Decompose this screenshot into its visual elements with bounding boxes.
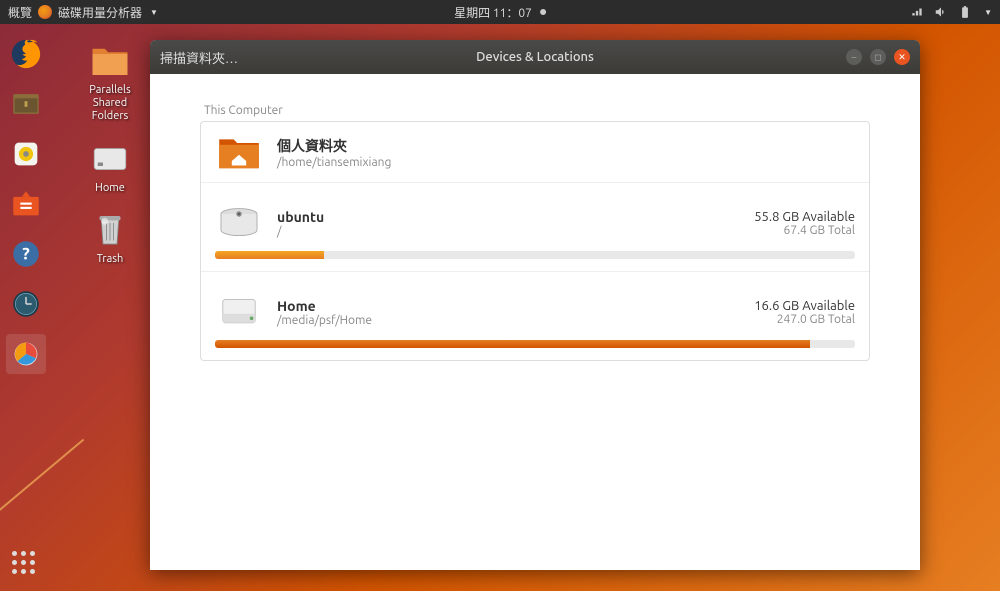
network-icon[interactable]: [910, 5, 924, 19]
battery-icon[interactable]: [958, 5, 972, 19]
system-menu-triangle-icon[interactable]: ▼: [984, 8, 992, 17]
drive-icon: [89, 138, 131, 180]
volume-icon[interactable]: [934, 5, 948, 19]
location-name: 個人資料夾: [277, 136, 855, 156]
location-path: /home/tiansemixiang: [277, 156, 855, 169]
desktop-icons-area: Parallels Shared Folders Home Trash: [70, 40, 150, 266]
volume-path: /media/psf/Home: [277, 314, 754, 327]
usage-bar: [215, 340, 855, 348]
launcher-rhythmbox[interactable]: [6, 134, 46, 174]
locations-card: 個人資料夾 /home/tiansemixiang ubuntu / 55.8 …: [200, 121, 870, 361]
volume-name: ubuntu: [277, 209, 754, 225]
desktop-icon-home[interactable]: Home: [70, 138, 150, 195]
desktop-icon-trash[interactable]: Trash: [70, 209, 150, 266]
volume-available: 55.8 GB Available: [754, 210, 855, 224]
home-folder-icon: [215, 132, 263, 172]
desktop-icon-parallels[interactable]: Parallels Shared Folders: [70, 40, 150, 124]
launcher-files[interactable]: [6, 84, 46, 124]
folder-icon: [89, 40, 131, 82]
activities-button[interactable]: 概覽: [8, 4, 32, 21]
trash-icon: [89, 209, 131, 251]
usage-bar-fill: [215, 340, 810, 348]
launcher-disk-analyzer[interactable]: [6, 334, 46, 374]
disk-usage-window: 掃描資料夾… Devices & Locations – ◻ ✕ This Co…: [150, 40, 920, 570]
clock-label[interactable]: 星期四 11：07: [454, 4, 532, 21]
desktop-icon-label: Trash: [97, 253, 124, 266]
svg-text:?: ?: [22, 245, 30, 264]
top-panel: 概覽 磁碟用量分析器 ▼ 星期四 11：07 ▼: [0, 0, 1000, 24]
dropdown-triangle-icon: ▼: [150, 8, 158, 17]
volume-total: 67.4 GB Total: [754, 224, 855, 237]
usage-bar: [215, 251, 855, 259]
location-row-ubuntu[interactable]: ubuntu / 55.8 GB Available 67.4 GB Total: [201, 183, 869, 259]
location-row-home-volume[interactable]: Home /media/psf/Home 16.6 GB Available 2…: [201, 271, 869, 348]
window-close-button[interactable]: ✕: [894, 49, 910, 65]
window-title: Devices & Locations: [476, 50, 594, 64]
show-applications-button[interactable]: [12, 551, 40, 579]
volume-available: 16.6 GB Available: [754, 299, 855, 313]
app-menu-label[interactable]: 磁碟用量分析器: [58, 4, 142, 21]
usage-bar-fill: [215, 251, 324, 259]
notification-dot-icon: [540, 9, 546, 15]
launcher-dock: ?: [0, 24, 52, 591]
window-content: This Computer 個人資料夾 /home/tiansemixiang: [150, 74, 920, 570]
section-label: This Computer: [204, 104, 870, 117]
scan-folder-button[interactable]: 掃描資料夾…: [160, 48, 238, 67]
launcher-help[interactable]: ?: [6, 234, 46, 274]
window-minimize-button[interactable]: –: [846, 49, 862, 65]
launcher-software[interactable]: [6, 184, 46, 224]
window-maximize-button[interactable]: ◻: [870, 49, 886, 65]
disk-icon: [215, 203, 263, 243]
volume-total: 247.0 GB Total: [754, 313, 855, 326]
window-titlebar[interactable]: 掃描資料夾… Devices & Locations – ◻ ✕: [150, 40, 920, 74]
volume-name: Home: [277, 298, 754, 314]
launcher-clock[interactable]: [6, 284, 46, 324]
volume-path: /: [277, 225, 754, 238]
app-indicator-icon: [38, 5, 52, 19]
launcher-firefox[interactable]: [6, 34, 46, 74]
location-row-home-folder[interactable]: 個人資料夾 /home/tiansemixiang: [201, 122, 869, 183]
desktop-icon-label: Parallels Shared Folders: [89, 84, 130, 124]
desktop-icon-label: Home: [95, 182, 125, 195]
external-drive-icon: [215, 292, 263, 332]
